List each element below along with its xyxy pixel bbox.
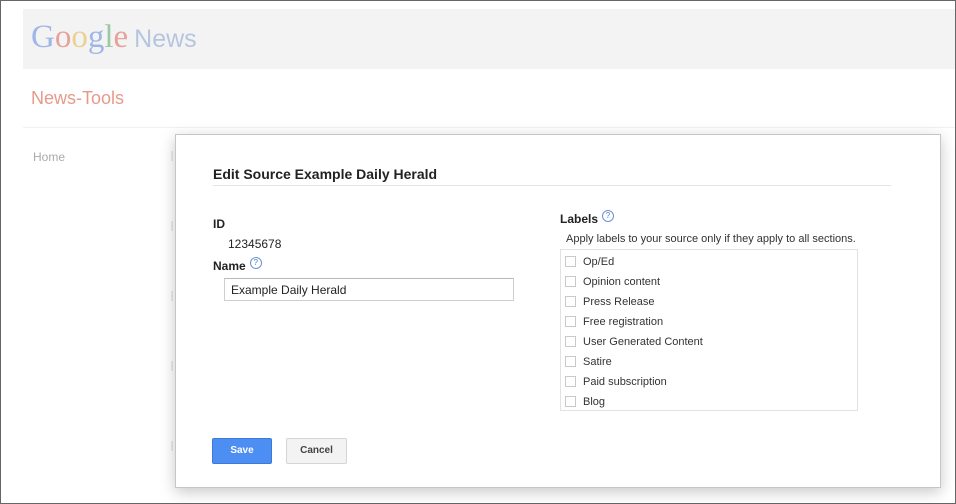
id-value: 12345678 [228, 237, 282, 251]
labels-title-wrapper: Labels? [560, 210, 615, 226]
name-label-wrapper: Name? [213, 257, 262, 273]
label-option-text: Free registration [583, 315, 664, 328]
page-subtitle[interactable]: News-Tools [31, 88, 124, 109]
sidebar-item-home[interactable]: Home [33, 150, 65, 164]
label-option-opinion-content[interactable]: Opinion content [565, 274, 660, 289]
label-option-text: Blog [583, 395, 606, 408]
label-option-text: Paid subscription [583, 375, 667, 388]
checkbox[interactable] [565, 296, 576, 307]
label-option-op-ed[interactable]: Op/Ed [565, 254, 614, 269]
label-option-satire[interactable]: Satire [565, 354, 612, 369]
name-label: Name [213, 259, 246, 273]
checkbox[interactable] [565, 336, 576, 347]
label-option-press-release[interactable]: Press Release [565, 294, 655, 309]
checkbox[interactable] [565, 356, 576, 367]
help-icon[interactable]: ? [602, 210, 615, 222]
logo-product-name: News [134, 25, 197, 53]
checkbox[interactable] [565, 256, 576, 267]
id-label: ID [213, 217, 225, 231]
checkbox[interactable] [565, 276, 576, 287]
checkbox[interactable] [565, 316, 576, 327]
name-field[interactable] [224, 278, 514, 301]
label-option-text: Op/Ed [583, 255, 615, 268]
label-option-text: Satire [583, 355, 612, 368]
labels-list: Op/Ed Opinion content Press Release Free… [560, 249, 858, 411]
help-icon[interactable]: ? [249, 257, 262, 269]
dialog-title: Edit Source Example Daily Herald [213, 166, 438, 182]
labels-title: Labels [560, 212, 599, 226]
title-divider [213, 185, 891, 186]
label-option-blog[interactable]: Blog [565, 394, 605, 409]
divider [23, 127, 955, 128]
cancel-button[interactable]: Cancel [286, 438, 347, 464]
google-news-logo[interactable]: Google News [31, 19, 197, 57]
labels-description: Apply labels to your source only if they… [566, 233, 856, 245]
checkbox[interactable] [565, 376, 576, 387]
label-option-paid-subscription[interactable]: Paid subscription [565, 374, 667, 389]
checkbox[interactable] [565, 396, 576, 407]
label-option-user-generated-content[interactable]: User Generated Content [565, 334, 703, 349]
label-option-text: Opinion content [583, 275, 661, 288]
edit-source-dialog: Edit Source Example Daily Herald ID 1234… [175, 134, 941, 488]
save-button[interactable]: Save [212, 438, 272, 464]
label-option-text: Press Release [583, 295, 655, 308]
label-option-free-registration[interactable]: Free registration [565, 314, 663, 329]
window-frame: Google News News-Tools Home Edit Source E… [0, 0, 956, 504]
label-option-text: User Generated Content [583, 335, 703, 348]
